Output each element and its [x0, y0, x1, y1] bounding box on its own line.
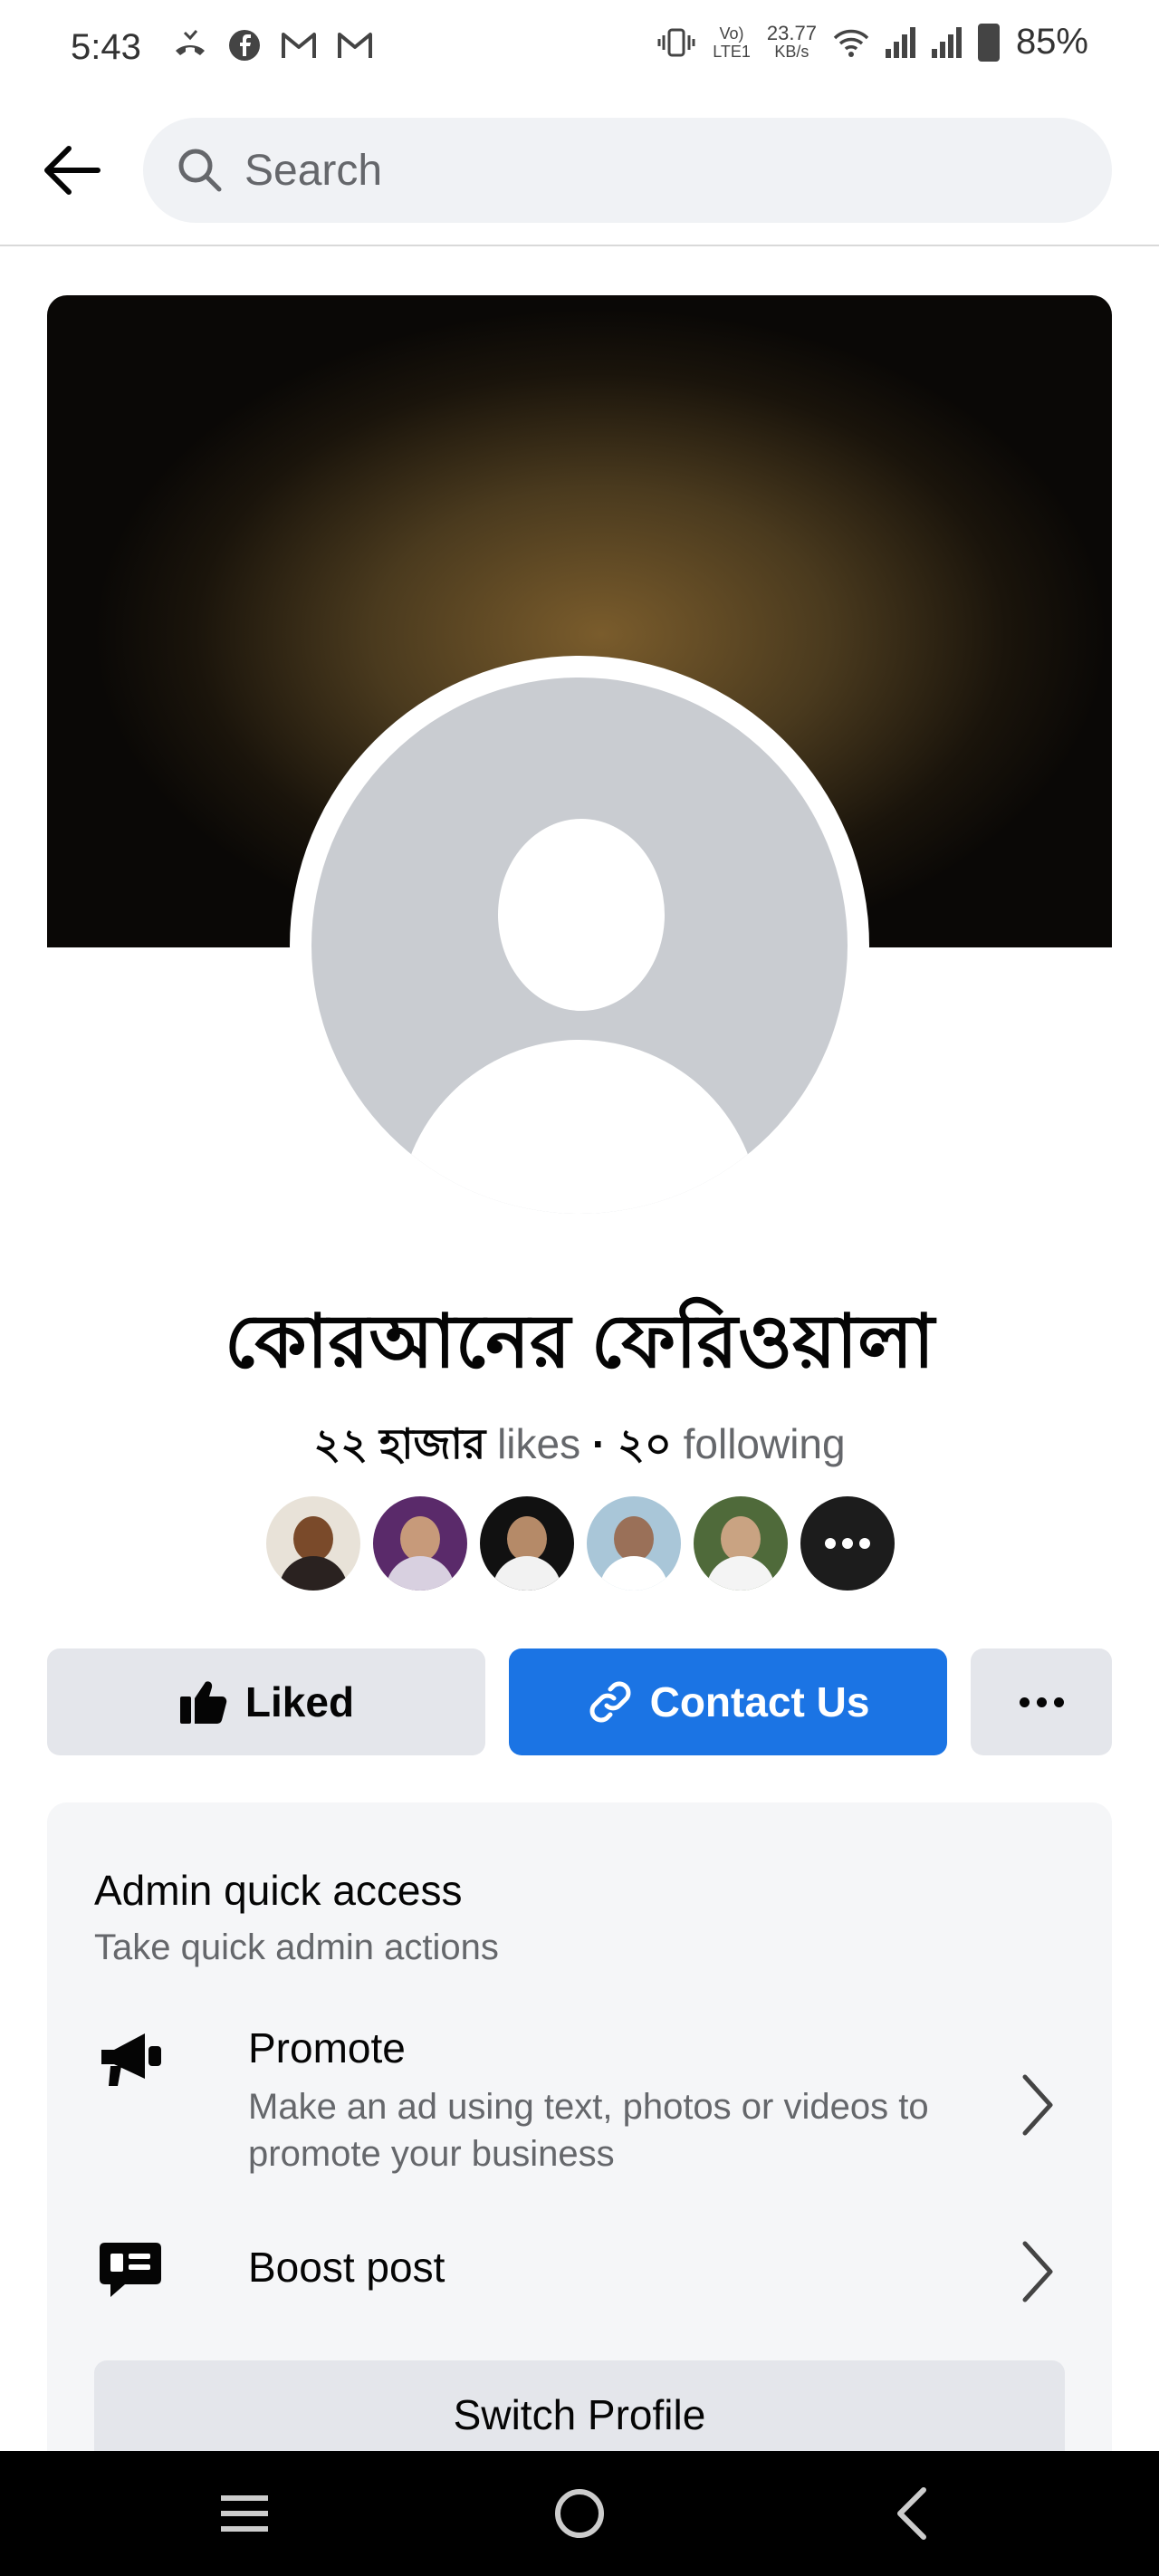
- gmail-icon: [282, 33, 316, 58]
- signal-icon: [931, 26, 962, 58]
- chevron-right-icon: [1011, 2235, 1065, 2308]
- network-speed: 23.77 KB/s: [766, 21, 817, 61]
- promote-row[interactable]: Promote Make an ad using text, photos or…: [94, 2023, 1065, 2174]
- battery-icon: [977, 23, 1000, 62]
- system-back-button[interactable]: [875, 2482, 947, 2545]
- contact-us-button[interactable]: Contact Us: [509, 1648, 947, 1755]
- recent-apps-button[interactable]: [208, 2482, 281, 2545]
- system-navigation-bar: [0, 2451, 1159, 2576]
- avatar-placeholder-body: [398, 1040, 761, 1214]
- liked-button[interactable]: Liked: [47, 1648, 485, 1755]
- chevron-left-icon: [897, 2487, 926, 2540]
- search-placeholder: Search: [244, 146, 383, 195]
- home-button[interactable]: [543, 2482, 616, 2545]
- home-circle-icon: [555, 2489, 604, 2538]
- follower-avatar[interactable]: [694, 1496, 788, 1591]
- liked-label: Liked: [244, 1678, 355, 1725]
- wifi-icon: [833, 29, 869, 57]
- page-title: কোরআনের ফেরিওয়ালা: [224, 1301, 935, 1383]
- more-icon: [825, 1538, 870, 1549]
- more-options-button[interactable]: [971, 1648, 1112, 1755]
- boost-post-title: Boost post: [248, 2244, 445, 2291]
- admin-card-title: Admin quick access: [94, 1867, 463, 1914]
- profile-avatar[interactable]: [311, 678, 848, 1214]
- stats-separator: ·: [591, 1420, 607, 1467]
- admin-quick-access-card: Admin quick access Take quick admin acti…: [47, 1802, 1112, 2491]
- search-input[interactable]: Search: [143, 118, 1112, 223]
- link-icon: [587, 1678, 634, 1725]
- likes-count: ২২ হাজার: [313, 1420, 486, 1467]
- back-button[interactable]: [34, 134, 107, 207]
- page-stats: ২২ হাজার likes · ২০ following: [0, 1413, 1159, 1482]
- page-actions: Liked Contact Us: [47, 1648, 1112, 1755]
- missed-call-icon: [176, 30, 205, 55]
- network-type: Vo) LTE1: [713, 24, 751, 61]
- boost-post-row[interactable]: Boost post: [94, 2234, 1065, 2324]
- ellipsis-icon: [1019, 1697, 1064, 1707]
- follower-avatar[interactable]: [266, 1496, 360, 1591]
- follower-avatar[interactable]: [373, 1496, 467, 1591]
- follower-avatar[interactable]: [480, 1496, 574, 1591]
- boost-post-icon: [94, 2234, 167, 2306]
- system-status: Vo) LTE1 23.77 KB/s 85%: [656, 22, 1088, 62]
- menu-lines-icon: [221, 2495, 268, 2532]
- chevron-right-icon: [1011, 2069, 1065, 2141]
- top-bar: Search: [0, 98, 1159, 246]
- battery-percent: 85%: [1015, 22, 1088, 62]
- network-label-top: Vo): [719, 24, 744, 43]
- likes-label: likes: [497, 1420, 581, 1467]
- status-bar: 5:43 Vo) LTE1 23.77 KB/s 85%: [0, 0, 1159, 98]
- follower-avatar[interactable]: [587, 1496, 681, 1591]
- followers-preview[interactable]: [266, 1496, 895, 1591]
- avatar-placeholder-head: [498, 819, 665, 1011]
- speed-unit: KB/s: [774, 42, 809, 61]
- promote-title: Promote: [248, 2024, 406, 2071]
- vibrate-icon: [657, 28, 695, 56]
- network-label-bottom: LTE1: [713, 42, 751, 61]
- notification-icons: [172, 27, 373, 63]
- megaphone-icon: [94, 2023, 167, 2096]
- following-label: following: [683, 1420, 846, 1467]
- promote-description: Make an ad using text, photos or videos …: [248, 2087, 929, 2174]
- thumbs-up-icon: [178, 1678, 229, 1725]
- speed-value: 23.77: [766, 21, 817, 44]
- following-count: ২০: [618, 1420, 672, 1467]
- facebook-icon: [229, 30, 260, 61]
- contact-us-label: Contact Us: [649, 1678, 870, 1725]
- status-time: 5:43: [71, 27, 141, 67]
- back-arrow-icon: [44, 146, 101, 195]
- admin-card-subtitle: Take quick admin actions: [94, 1927, 499, 1967]
- signal-icon: [885, 26, 915, 58]
- search-icon: [178, 149, 222, 192]
- more-followers-button[interactable]: [800, 1496, 895, 1591]
- gmail-icon: [338, 33, 372, 58]
